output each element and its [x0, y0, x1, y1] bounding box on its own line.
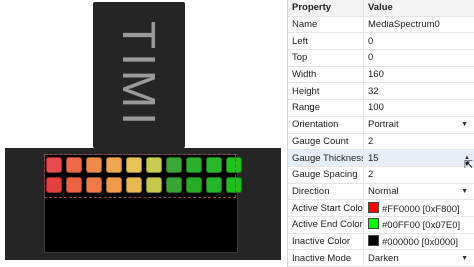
property-label: Inactive Color [288, 233, 364, 251]
inactive-mode-select[interactable]: Darken ▼ [363, 249, 474, 267]
chevron-down-icon[interactable]: ▼ [461, 255, 468, 262]
property-row-orientation[interactable]: Orientation Portrait ▼ [288, 116, 474, 134]
color-swatch[interactable] [368, 234, 379, 246]
inactive-mode-value: Darken [368, 252, 399, 264]
property-row-width[interactable]: Width 160 [288, 66, 474, 84]
property-value-height[interactable]: 32 [363, 82, 474, 101]
property-label: Name [288, 16, 364, 34]
orientation-value: Portrait [368, 119, 399, 131]
property-row-inactive-mode[interactable]: Inactive Mode Darken ▼ [288, 249, 474, 267]
device-logo-wrap: TIMI [93, 2, 185, 148]
property-value-width[interactable]: 160 [363, 66, 474, 84]
value-column-header: Value [363, 0, 474, 17]
property-row-gauge-thickness[interactable]: Gauge Thickness 15 [288, 149, 474, 167]
property-row-gauge-spacing[interactable]: Gauge Spacing 2 [288, 166, 474, 184]
property-value-left[interactable]: 0 [363, 32, 474, 51]
active-end-color-value: #00FF00 [0x07E0] [382, 220, 461, 232]
property-row-direction[interactable]: Direction Normal ▼ [288, 183, 474, 201]
property-label: Active Start Color [288, 199, 364, 217]
property-value-gauge-spacing[interactable]: 2 [363, 166, 474, 184]
property-row-name[interactable]: Name MediaSpectrum0 [288, 16, 474, 34]
property-label: Top [288, 49, 364, 67]
property-row-range[interactable]: Range 100 [288, 99, 474, 117]
chevron-down-icon[interactable]: ▼ [461, 121, 468, 128]
property-inspector: Property Value Name MediaSpectrum0 Left … [287, 0, 474, 267]
orientation-select[interactable]: Portrait ▼ [363, 116, 474, 134]
property-label: Active End Color [288, 216, 364, 234]
property-row-active-start-color[interactable]: Active Start Color #FF0000 [0xF800] [288, 199, 474, 217]
property-label: Width [288, 66, 364, 84]
direction-select[interactable]: Normal ▼ [363, 183, 474, 201]
inactive-color-value: #000000 [0x0000] [382, 236, 459, 248]
gauge-thickness-input[interactable]: 15 [363, 149, 474, 167]
property-row-height[interactable]: Height 32 [288, 82, 474, 101]
property-label: Inactive Mode [288, 249, 364, 267]
inspector-header: Property Value [288, 0, 474, 17]
property-row-left[interactable]: Left 0 [288, 32, 474, 51]
active-end-color-picker[interactable]: #00FF00 [0x07E0] [363, 216, 474, 234]
chevron-down-icon[interactable]: ▼ [461, 188, 468, 195]
property-row-inactive-color[interactable]: Inactive Color #000000 [0x0000] [288, 233, 474, 251]
property-label: Gauge Thickness [288, 149, 364, 167]
color-swatch[interactable] [368, 218, 379, 230]
property-value-gauge-count[interactable]: 2 [363, 133, 474, 151]
property-label: Height [288, 82, 364, 101]
design-canvas[interactable]: TIMI [0, 0, 287, 267]
device-logo-text: TIMI [113, 21, 166, 129]
property-label: Gauge Spacing [288, 166, 364, 184]
property-column-header: Property [288, 0, 364, 17]
selection-outline[interactable] [44, 154, 236, 198]
property-label: Left [288, 32, 364, 51]
property-value-name[interactable]: MediaSpectrum0 [363, 16, 474, 34]
device-upper-body: TIMI [93, 2, 185, 148]
property-row-active-end-color[interactable]: Active End Color #00FF00 [0x07E0] [288, 216, 474, 234]
pointer-cursor-icon: ⇱ [464, 159, 474, 171]
inactive-color-picker[interactable]: #000000 [0x0000] [363, 233, 474, 251]
property-label: Orientation [288, 116, 364, 134]
property-value-range[interactable]: 100 [363, 99, 474, 117]
property-label: Gauge Count [288, 133, 364, 151]
active-start-color-picker[interactable]: #FF0000 [0xF800] [363, 199, 474, 217]
direction-value: Normal [368, 185, 399, 197]
property-label: Range [288, 99, 364, 117]
property-value-top[interactable]: 0 [363, 49, 474, 67]
property-row-top[interactable]: Top 0 [288, 49, 474, 67]
active-start-color-value: #FF0000 [0xF800] [382, 203, 460, 215]
property-label: Direction [288, 183, 364, 201]
property-row-gauge-count[interactable]: Gauge Count 2 [288, 133, 474, 151]
color-swatch[interactable] [368, 201, 379, 213]
